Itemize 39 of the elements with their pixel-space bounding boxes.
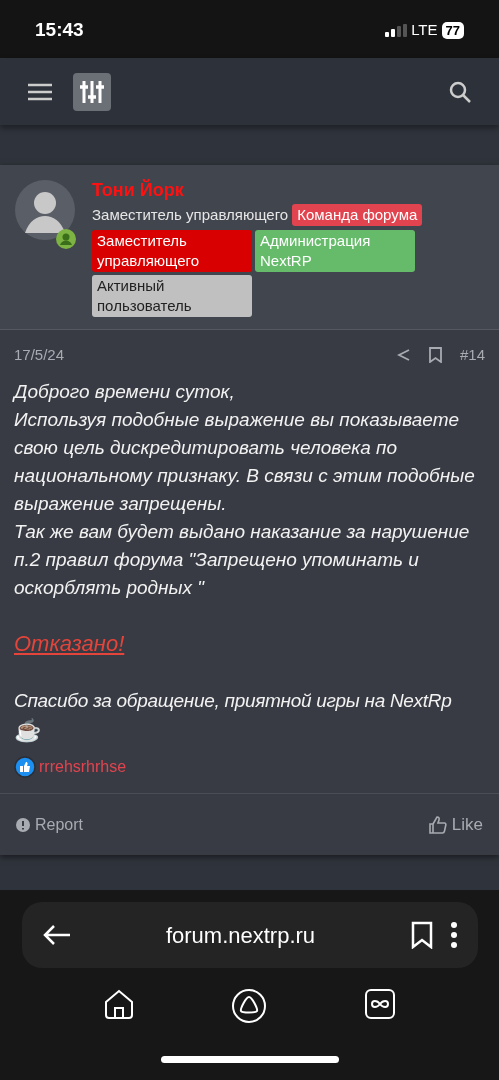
verdict-text: Отказано! <box>14 631 125 656</box>
network-label: LTE <box>411 19 438 40</box>
like-reaction-icon <box>14 756 36 778</box>
infinity-icon[interactable] <box>363 988 396 1020</box>
closing-text: Спасибо за обращение, приятной игры на NextRp <box>14 689 453 713</box>
bookmark-icon[interactable] <box>409 921 434 949</box>
online-user-icon <box>56 229 76 249</box>
user-banner: Команда форума <box>292 204 423 227</box>
status-time: 15:43 <box>35 17 84 42</box>
sliders-icon <box>79 78 105 105</box>
more-options-icon[interactable] <box>449 921 458 949</box>
user-title: Заместитель управляющего <box>92 205 289 225</box>
reaction-user-link[interactable]: rrrehsrhrhse <box>39 755 127 779</box>
search-icon[interactable] <box>448 79 472 104</box>
author-name[interactable]: Тони Йорк <box>92 179 453 201</box>
user-banner: Администрация NextRP <box>255 229 415 272</box>
post-date[interactable]: 17/5/24 <box>14 343 65 366</box>
post-text: Используя подобные выражение вы показываете свою цель дискредитировать человека по национальному признаку. В связи с этим подобные выражение запрещены. <box>14 408 476 516</box>
thumbs-up-icon <box>428 815 447 834</box>
user-banner: Активный пользователь <box>92 274 252 317</box>
filter-button[interactable] <box>73 72 111 111</box>
battery-level: 77 <box>441 21 464 39</box>
assistant-icon[interactable] <box>231 988 268 1024</box>
back-arrow-icon[interactable] <box>41 924 72 946</box>
avatar <box>14 179 76 241</box>
share-icon[interactable] <box>396 347 411 362</box>
menu-icon[interactable] <box>27 82 53 101</box>
user-banner: Заместитель управляющего <box>92 229 252 272</box>
post-number[interactable]: #14 <box>459 343 485 366</box>
coffee-emoji: ☕ <box>14 717 42 745</box>
url-text[interactable]: forum.nextrp.ru <box>71 918 410 952</box>
home-icon[interactable] <box>103 988 136 1020</box>
report-button[interactable]: Report <box>16 812 84 837</box>
like-button[interactable]: Like <box>428 811 483 838</box>
post-text: Так же вам будет выдано наказание за нарушение п.2 правил форума "Запрещено упоминать и оскорблять родных " <box>14 520 471 600</box>
signal-icon <box>385 23 408 37</box>
address-bar[interactable]: forum.nextrp.ru <box>21 902 478 968</box>
post-text: Доброго времени суток, <box>14 380 236 404</box>
alert-icon <box>16 817 30 832</box>
